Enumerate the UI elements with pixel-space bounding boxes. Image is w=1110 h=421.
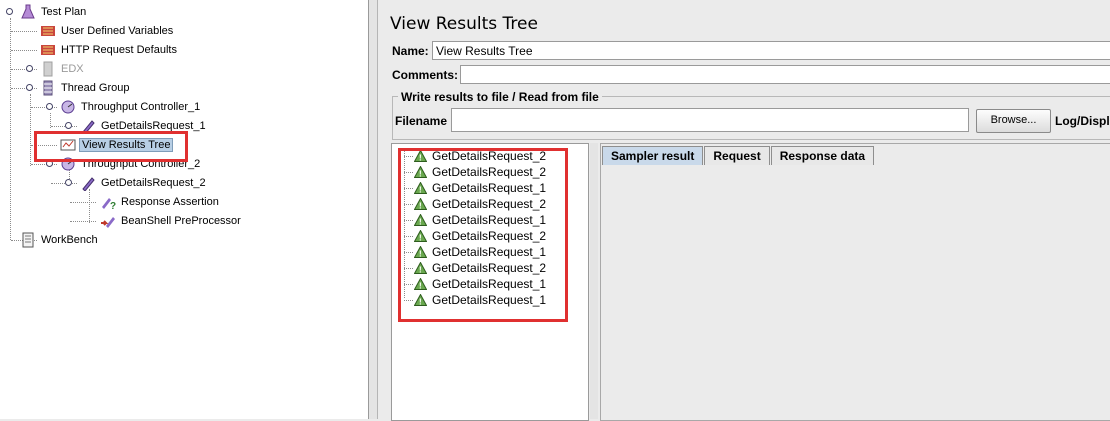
- filename-label: Filename: [395, 114, 448, 128]
- tree-connector: [51, 183, 77, 184]
- tree-item-http-request-defaults[interactable]: HTTP Request Defaults: [40, 41, 179, 59]
- tree-connector: [51, 126, 77, 127]
- tree-item-response-assertion[interactable]: ? Response Assertion: [100, 193, 221, 211]
- tree-connector: [31, 164, 57, 165]
- browse-button[interactable]: Browse...: [976, 109, 1051, 133]
- name-label: Name:: [392, 44, 429, 58]
- tree-connector: [30, 94, 31, 166]
- tree-item-thread-group[interactable]: Thread Group: [40, 79, 131, 97]
- preprocessor-icon: [101, 217, 115, 228]
- tree-connector: [31, 107, 57, 108]
- thread-group-icon: [43, 80, 53, 96]
- sampler-icon: [82, 177, 95, 191]
- tree-connector: [11, 69, 37, 70]
- tab-sampler-result[interactable]: Sampler result: [602, 146, 704, 165]
- config-element-icon: [41, 45, 55, 55]
- tree-item-label: HTTP Request Defaults: [61, 44, 177, 56]
- workbench-icon: [22, 232, 34, 248]
- expand-toggle[interactable]: [6, 8, 13, 15]
- tree-connector: [11, 88, 37, 89]
- svg-text:?: ?: [110, 201, 116, 210]
- filename-input[interactable]: [451, 108, 969, 132]
- logic-controller-icon: [61, 100, 75, 114]
- log-display-label: Log/Displa: [1055, 114, 1110, 128]
- tree-item-label: EDX: [61, 63, 84, 75]
- test-plan-tree[interactable]: Test Plan User Defined Variables HTTP Re…: [0, 0, 369, 419]
- results-splitter[interactable]: [590, 143, 598, 419]
- comments-field[interactable]: [460, 65, 1110, 84]
- expand-toggle[interactable]: [65, 179, 72, 186]
- tree-item-label: WorkBench: [41, 234, 98, 246]
- tree-item-getdetailsrequest-2[interactable]: GetDetailsRequest_2: [80, 174, 208, 192]
- thread-group-icon: [43, 61, 53, 77]
- tree-item-beanshell-preprocessor[interactable]: BeanShell PreProcessor: [100, 212, 243, 230]
- tab-request[interactable]: Request: [704, 146, 770, 165]
- tree-item-user-defined-variables[interactable]: User Defined Variables: [40, 22, 175, 40]
- tab-response-data[interactable]: Response data: [770, 146, 875, 165]
- detail-pane: [600, 143, 1110, 421]
- assertion-icon: ?: [102, 198, 116, 210]
- highlight-box: [398, 148, 568, 322]
- highlight-box: [34, 131, 188, 162]
- comments-label: Comments:: [392, 68, 459, 82]
- pane-splitter[interactable]: [369, 0, 378, 419]
- expand-toggle[interactable]: [46, 103, 53, 110]
- tree-item-label: Response Assertion: [121, 196, 219, 208]
- config-element-icon: [41, 26, 55, 36]
- result-tabs: Sampler result Request Response data: [602, 146, 875, 165]
- view-results-tree-panel: View Results Tree Name: View Results Tre…: [378, 0, 1110, 421]
- tree-connector: [11, 50, 37, 51]
- tree-item-label: Thread Group: [61, 82, 130, 94]
- tree-item-label: Throughput Controller_1: [81, 101, 201, 113]
- expand-toggle[interactable]: [65, 122, 72, 129]
- tree-connector: [70, 202, 96, 203]
- expand-toggle[interactable]: [26, 84, 33, 91]
- tree-connector: [11, 31, 37, 32]
- tree-connector: [70, 221, 96, 222]
- tree-item-label: GetDetailsRequest_2: [101, 177, 206, 189]
- file-group-title: Write results to file / Read from file: [398, 90, 602, 104]
- tree-item-workbench[interactable]: WorkBench: [20, 231, 100, 249]
- tree-item-label: Test Plan: [41, 6, 87, 18]
- tree-item-label: User Defined Variables: [61, 25, 174, 37]
- tree-item-label: BeanShell PreProcessor: [121, 215, 241, 227]
- test-plan-icon: [21, 4, 35, 19]
- page-title: View Results Tree: [390, 14, 538, 34]
- expand-toggle[interactable]: [26, 65, 33, 72]
- tree-item-test-plan[interactable]: Test Plan: [20, 3, 88, 21]
- tree-connector: [89, 189, 90, 223]
- tree-connector: [10, 18, 11, 240]
- tree-item-edx[interactable]: EDX: [40, 60, 86, 78]
- tree-item-throughput-controller-1[interactable]: Throughput Controller_1: [60, 98, 202, 116]
- name-field[interactable]: View Results Tree: [432, 41, 1110, 60]
